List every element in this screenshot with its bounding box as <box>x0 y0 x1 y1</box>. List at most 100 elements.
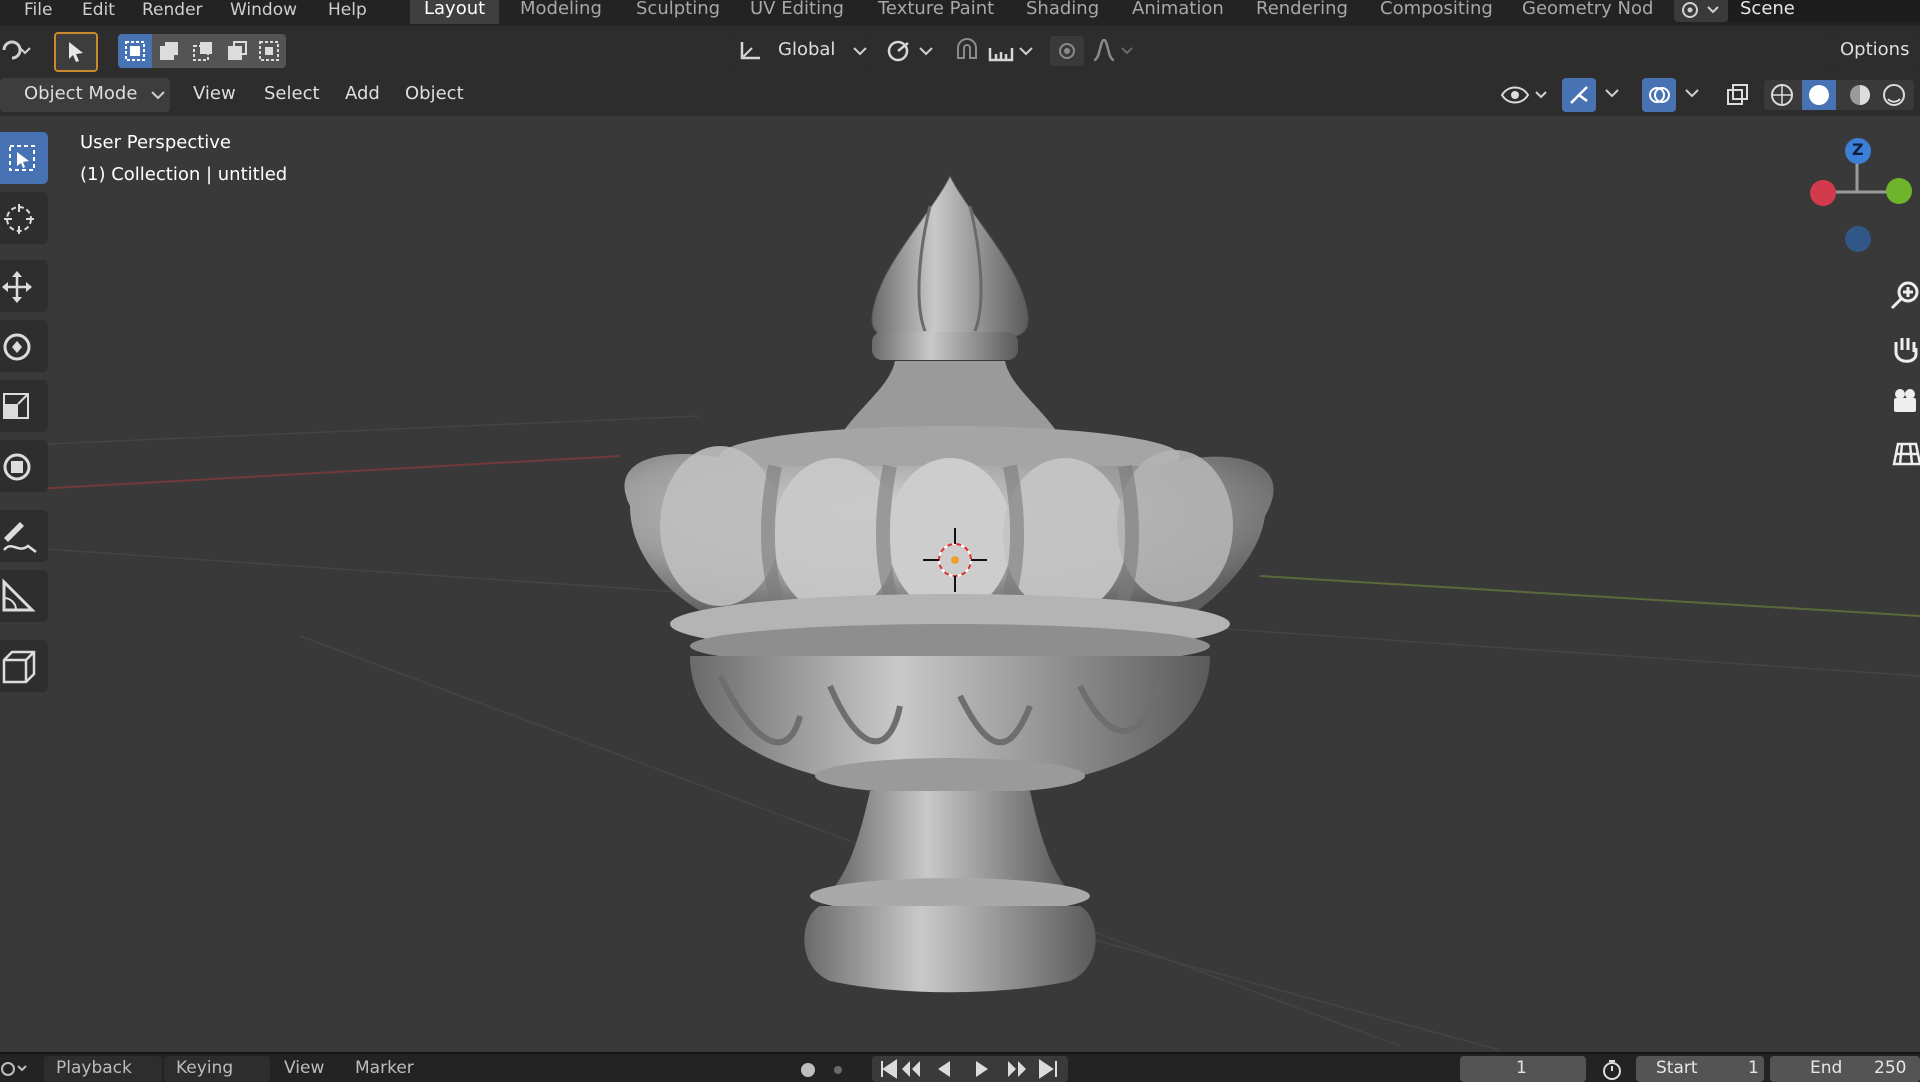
tab-modeling[interactable]: Modeling <box>506 0 616 24</box>
start-value: 1 <box>1748 1058 1759 1078</box>
chevron-down-icon <box>151 91 165 100</box>
playback-label: Playback <box>56 1058 132 1078</box>
viewport-header: Object Mode View Select Add Object <box>0 74 1920 116</box>
tab-uv-editing[interactable]: UV Editing <box>736 0 858 24</box>
editor-type-icon[interactable] <box>0 1058 30 1080</box>
options-dropdown[interactable]: Options <box>1830 34 1920 68</box>
tab-texture-paint[interactable]: Texture Paint <box>864 0 1008 24</box>
shading-mode-group <box>1764 80 1914 110</box>
gizmo-y-axis[interactable] <box>1886 178 1912 204</box>
current-frame-field[interactable]: 1 <box>1460 1056 1586 1082</box>
wireframe-shading-icon[interactable] <box>1770 83 1794 107</box>
rendered-shading-icon[interactable] <box>1882 83 1906 107</box>
3d-viewport[interactable]: User Perspective (1) Collection | untitl… <box>0 116 1920 1050</box>
tool-measure[interactable] <box>0 570 48 622</box>
menu-help[interactable]: Help <box>328 0 367 20</box>
scene-selector-button[interactable] <box>1674 0 1728 22</box>
current-frame-value: 1 <box>1516 1058 1527 1078</box>
menu-window[interactable]: Window <box>230 0 297 20</box>
select-new-button[interactable] <box>118 34 152 68</box>
select-difference-icon[interactable] <box>226 40 248 62</box>
move-icon <box>2 271 32 303</box>
visibility-icon[interactable] <box>1500 82 1552 110</box>
add-menu[interactable]: Add <box>345 83 380 104</box>
keying-menu[interactable]: Keying <box>164 1056 270 1082</box>
projection-toggle-button[interactable] <box>1886 434 1920 474</box>
tab-geometry-nodes[interactable]: Geometry Nod <box>1508 0 1667 24</box>
cursor-icon <box>4 204 34 234</box>
tab-animation[interactable]: Animation <box>1118 0 1238 24</box>
start-frame-field[interactable]: Start 1 <box>1636 1056 1764 1082</box>
hand-icon <box>1894 338 1918 363</box>
zoom-button[interactable] <box>1886 276 1920 316</box>
timeline-marker-menu[interactable]: Marker <box>355 1058 414 1078</box>
pan-button[interactable] <box>1886 330 1920 370</box>
xray-icon[interactable] <box>1724 82 1752 110</box>
select-extend-icon[interactable] <box>158 40 180 62</box>
navigation-gizmo[interactable]: Z <box>1790 130 1920 252</box>
gizmo-z-axis[interactable]: Z <box>1845 138 1871 164</box>
perspective-label: User Perspective <box>80 132 231 153</box>
proportional-edit-button[interactable] <box>1050 36 1084 66</box>
playback-menu[interactable]: Playback <box>44 1056 162 1082</box>
tool-settings-bar: Global Options <box>0 26 1920 74</box>
tab-compositing[interactable]: Compositing <box>1366 0 1507 24</box>
select-intersect-icon[interactable] <box>258 40 280 62</box>
snap-target-icon[interactable] <box>986 36 1038 66</box>
pivot-point-icon[interactable] <box>886 38 938 66</box>
viewport-scene <box>0 174 1920 1050</box>
x-axis-line <box>0 455 621 492</box>
tool-rotate[interactable] <box>0 320 48 372</box>
chevron-down-icon[interactable] <box>1684 88 1700 100</box>
editor-type-icon[interactable] <box>0 36 34 64</box>
menu-edit[interactable]: Edit <box>82 0 115 20</box>
tool-add-cube[interactable] <box>0 640 48 692</box>
annotate-icon <box>3 522 37 553</box>
autokey-icon[interactable] <box>794 1060 854 1080</box>
rotate-icon <box>3 333 31 361</box>
tab-rendering[interactable]: Rendering <box>1242 0 1362 24</box>
tab-shading[interactable]: Shading <box>1012 0 1113 24</box>
tool-cursor[interactable] <box>0 192 48 244</box>
grid-perspective-icon <box>1892 442 1920 466</box>
tab-layout[interactable]: Layout <box>410 0 500 24</box>
tab-sculpting[interactable]: Sculpting <box>622 0 734 24</box>
chevron-down-icon[interactable] <box>1604 88 1620 100</box>
solid-shading-icon <box>1809 85 1829 105</box>
transport-icons[interactable] <box>876 1059 1066 1079</box>
camera-view-button[interactable] <box>1886 382 1920 422</box>
view-menu[interactable]: View <box>193 83 236 104</box>
tool-move[interactable] <box>0 260 48 312</box>
active-tool-button[interactable] <box>54 32 98 72</box>
tool-select-box[interactable] <box>0 132 48 184</box>
selection-mode-group <box>118 34 286 68</box>
select-subtract-icon[interactable] <box>192 40 214 62</box>
gizmo-neg-z-axis[interactable] <box>1845 226 1871 252</box>
menu-render[interactable]: Render <box>142 0 203 20</box>
tool-transform[interactable] <box>0 440 48 492</box>
select-menu[interactable]: Select <box>264 83 320 104</box>
scene-name-field[interactable]: Scene <box>1728 0 1920 22</box>
end-label: End <box>1810 1058 1843 1078</box>
timeline-view-menu[interactable]: View <box>284 1058 324 1078</box>
gizmo-x-axis[interactable] <box>1810 180 1836 206</box>
mode-dropdown[interactable]: Object Mode <box>0 78 170 112</box>
gizmo-toggle-button[interactable] <box>1562 78 1596 112</box>
proportional-falloff-icon[interactable] <box>1090 36 1138 66</box>
object-menu[interactable]: Object <box>405 83 464 104</box>
snap-icon[interactable] <box>952 36 982 66</box>
tool-scale[interactable] <box>0 380 48 432</box>
transform-orientation-icon <box>740 42 760 60</box>
tool-annotate[interactable] <box>0 510 48 562</box>
camera-icon <box>1894 389 1916 412</box>
stopwatch-icon[interactable] <box>1600 1058 1624 1082</box>
timeline-bar: Playback Keying View Marker 1 Start 1 En… <box>0 1052 1920 1082</box>
cube-icon <box>2 650 36 684</box>
orientation-dropdown[interactable]: Global <box>732 34 872 68</box>
material-shading-icon[interactable] <box>1848 83 1872 107</box>
overlays-toggle-button[interactable] <box>1642 78 1676 112</box>
solid-shading-button[interactable] <box>1802 80 1836 110</box>
end-frame-field[interactable]: End 250 <box>1770 1056 1920 1082</box>
menu-file[interactable]: File <box>24 0 52 20</box>
top-bar: File Edit Render Window Help Layout Mode… <box>0 0 1920 26</box>
